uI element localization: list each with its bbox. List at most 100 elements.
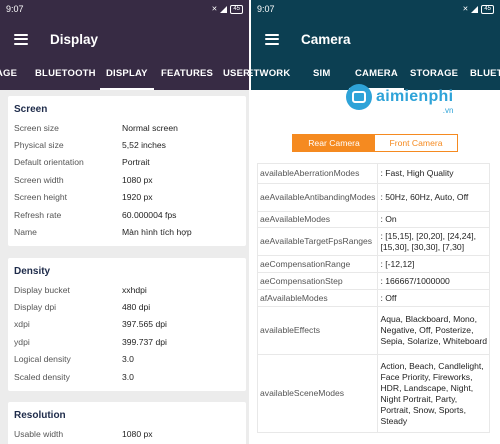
table-row: availableAberrationModes: Fast, High Qua… — [256, 163, 490, 184]
no-signal-icon: ✕ — [211, 6, 218, 13]
screen-card: Screen Screen size Normal screen Physical … — [8, 96, 246, 246]
property-value: : [15,15], [20,20], [24,24], [15,30], [3… — [377, 227, 490, 256]
front-camera-button[interactable]: Front Camera — [375, 135, 457, 151]
info-label: Screen size — [14, 122, 59, 133]
table-row: aeCompensationStep: 166667/1000000 — [256, 272, 490, 290]
info-label: Display bucket — [14, 284, 70, 295]
info-label: Screen height — [14, 192, 68, 203]
status-time: 9:07 — [257, 4, 275, 14]
info-label: Refresh rate — [14, 209, 62, 220]
tab-sim[interactable]: SIM — [313, 60, 331, 90]
info-label: Logical density — [14, 354, 71, 365]
status-bar: 9:07 ✕ 45 — [251, 0, 500, 18]
property-name: afAvailableModes — [256, 289, 379, 307]
table-row: aeCompensationRange: [-12,12] — [256, 255, 490, 273]
info-value: 480 dpi — [122, 302, 151, 313]
status-time: 9:07 — [6, 4, 24, 14]
info-value: Màn hình tích hợp — [122, 227, 192, 238]
info-value: 60.000004 fps — [122, 209, 177, 220]
tab-bar: AGE BLUETOOTH DISPLAY FEATURES USER — [0, 60, 249, 90]
info-row: Screen height 1920 px — [8, 189, 246, 206]
info-label: Default orientation — [14, 157, 84, 168]
watermark-logo: aimienphi .vn — [346, 84, 454, 115]
info-label: Screen width — [14, 174, 64, 185]
info-row: Usable width 1080 px — [8, 425, 246, 442]
tab-user[interactable]: USER — [223, 60, 249, 90]
property-value: Action, Beach, Candlelight, Face Priorit… — [377, 354, 490, 433]
table-row: aeAvailableModes: On — [256, 211, 490, 228]
app-bar: Display — [0, 18, 249, 60]
info-value: 5,52 inches — [122, 140, 166, 151]
info-value: Normal screen — [122, 122, 178, 133]
resolution-card: Resolution Usable width 1080 px — [8, 402, 246, 444]
section-title: Density — [14, 266, 51, 277]
property-name: availableAberrationModes — [256, 163, 379, 184]
signal-icon — [471, 5, 479, 13]
tab-display[interactable]: DISPLAY — [100, 60, 154, 90]
info-row: ydpi 399.737 dpi — [8, 333, 246, 350]
battery-icon: 45 — [481, 4, 494, 14]
property-name: aeAvailableModes — [256, 211, 379, 228]
tab-storage-partial[interactable]: AGE — [0, 60, 17, 90]
table-row: afAvailableModes: Off — [256, 289, 490, 307]
table-row: availableEffects Aqua, Blackboard, Mono, … — [256, 306, 490, 355]
property-name: aeAvailableAntibandingModes — [256, 183, 379, 212]
section-title: Screen — [14, 104, 48, 115]
property-name: aeCompensationStep — [256, 272, 379, 290]
rear-camera-button[interactable]: Rear Camera — [293, 135, 375, 151]
tab-features[interactable]: FEATURES — [161, 60, 213, 90]
tab-bluetooth[interactable]: BLUETOOTH — [35, 60, 96, 90]
info-value: 397.565 dpi — [122, 319, 167, 330]
property-value: : Fast, High Quality — [377, 163, 490, 184]
info-value: 1080 px — [122, 428, 153, 439]
property-value: : On — [377, 211, 490, 228]
info-row: xdpi 397.565 dpi — [8, 316, 246, 333]
camera-screen: 9:07 ✕ 45 Camera ETWORK SIM CAMERA STORA… — [251, 0, 500, 444]
info-row: Screen size Normal screen — [8, 119, 246, 136]
info-row: Physical size 5,52 inches — [8, 136, 246, 153]
info-value: 399.737 dpi — [122, 336, 167, 347]
property-name: aeAvailableTargetFpsRanges — [256, 227, 379, 256]
battery-icon: 45 — [230, 4, 243, 14]
info-label: Display dpi — [14, 302, 57, 313]
camera-properties-table: availableAberrationModes: Fast, High Qua… — [256, 163, 490, 433]
no-signal-icon: ✕ — [462, 6, 469, 13]
info-label: ydpi — [14, 336, 30, 347]
info-label: xdpi — [14, 319, 30, 330]
watermark-text: aimienphi — [376, 88, 454, 105]
menu-icon[interactable] — [14, 33, 28, 45]
property-value: : 166667/1000000 — [377, 272, 490, 290]
tab-network-partial[interactable]: ETWORK — [251, 60, 290, 90]
property-name: availableSceneModes — [256, 354, 379, 433]
info-row: Scaled density 3.0 — [8, 368, 246, 385]
table-row: availableSceneModes Action, Beach, Candle… — [256, 354, 490, 433]
info-row: Screen width 1080 px — [8, 171, 246, 188]
page-title: Display — [50, 31, 99, 47]
signal-icon — [220, 5, 228, 13]
info-value: xxhdpi — [122, 284, 147, 295]
info-value: Portrait — [122, 157, 150, 168]
camera-logo-icon — [346, 84, 372, 110]
property-value: : Off — [377, 289, 490, 307]
info-row: Logical density 3.0 — [8, 351, 246, 368]
info-row: Refresh rate 60.000004 fps — [8, 206, 246, 223]
table-row: aeAvailableTargetFpsRanges: [15,15], [20… — [256, 227, 490, 256]
info-row: Display bucket xxhdpi — [8, 281, 246, 298]
info-label: Physical size — [14, 140, 64, 151]
property-name: availableEffects — [256, 306, 379, 355]
info-label: Scaled density — [14, 371, 70, 382]
info-row: Default orientation Portrait — [8, 154, 246, 171]
info-value: 3.0 — [122, 371, 134, 382]
display-screen: 9:07 ✕ 45 Display AGE BLUETOOTH DISPLAY … — [0, 0, 249, 444]
app-bar: Camera — [251, 18, 500, 60]
info-value: 1920 px — [122, 192, 153, 203]
tab-bluetooth-partial[interactable]: BLUETO — [470, 60, 500, 90]
watermark-suffix: .vn — [442, 106, 454, 115]
info-label: Usable width — [14, 428, 64, 439]
property-value: : [-12,12] — [377, 255, 490, 273]
camera-selector: Rear Camera Front Camera — [292, 134, 458, 152]
info-row: Name Màn hình tích hợp — [8, 223, 246, 240]
menu-icon[interactable] — [265, 33, 279, 45]
info-value: 3.0 — [122, 354, 134, 365]
property-value: : 50Hz, 60Hz, Auto, Off — [377, 183, 490, 212]
